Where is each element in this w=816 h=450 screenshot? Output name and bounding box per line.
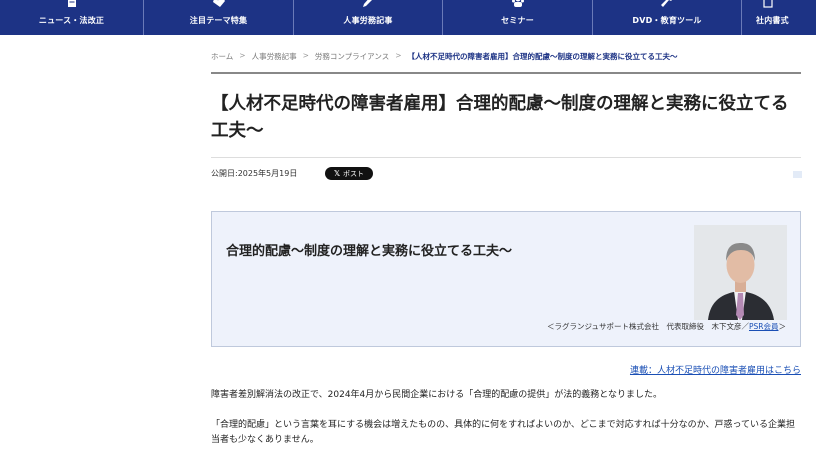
share-widget[interactable] <box>793 171 802 178</box>
psr-member-link[interactable]: PSR会員 <box>749 322 779 331</box>
tag-icon <box>212 0 226 8</box>
nav-item-forms[interactable]: 社内書式 <box>742 0 816 35</box>
nav-item-label: セミナー <box>501 16 534 25</box>
breadcrumb-home[interactable]: ホーム <box>211 51 233 62</box>
nav-item-label: 注目テーマ特集 <box>189 16 248 25</box>
nav-item-label: 社内書式 <box>756 16 789 25</box>
nav-item-special-topics[interactable]: 注目テーマ特集 <box>144 0 294 35</box>
tool-icon <box>660 0 674 8</box>
breadcrumb-compliance[interactable]: 労務コンプライアンス <box>315 51 389 62</box>
author-suffix: ＞ <box>778 322 787 331</box>
x-logo-icon: 𝕏 <box>333 169 341 178</box>
people-icon <box>511 0 525 8</box>
breadcrumb-separator: > <box>239 51 246 60</box>
breadcrumb-separator: > <box>302 51 309 60</box>
top-navigation: ニュース・法改正 注目テーマ特集 人事労務記事 セミナー DVD・教育ツール 社… <box>0 0 816 35</box>
divider <box>211 72 801 74</box>
body-paragraph: 障害者差別解消法の改正で、2024年4月から民間企業における「合理的配慮の提供」… <box>211 390 663 400</box>
nav-item-hr-articles[interactable]: 人事労務記事 <box>294 0 443 35</box>
page-title: 【人材不足時代の障害者雇用】合理的配慮〜制度の理解と実務に役立てる工夫〜 <box>211 94 789 141</box>
nav-item-label: ニュース・法改正 <box>38 16 105 25</box>
author-credit: ＜ラグランジュサポート株式会社 代表取締役 木下文彦／PSR会員＞ <box>547 321 786 332</box>
x-post-label: ポスト <box>343 169 365 178</box>
series-link[interactable]: 連載：人材不足時代の障害者雇用はこちら <box>630 363 801 376</box>
nav-item-news[interactable]: ニュース・法改正 <box>0 0 144 35</box>
pen-icon <box>361 0 375 8</box>
x-post-button[interactable]: 𝕏 ポスト <box>325 167 373 180</box>
breadcrumb-current: 【人材不足時代の障害者雇用】合理的配慮〜制度の理解と実務に役立てる工夫〜 <box>407 52 678 61</box>
nav-item-seminar[interactable]: セミナー <box>443 0 593 35</box>
author-name: ＜ラグランジュサポート株式会社 代表取締役 木下文彦／ <box>547 322 749 331</box>
breadcrumb-hr-articles[interactable]: 人事労務記事 <box>252 51 297 62</box>
lead-box: 合理的配慮〜制度の理解と実務に役立てる工夫〜 ＜ラグランジュサポート株式会社 代… <box>211 211 801 347</box>
divider <box>211 157 801 158</box>
published-date: 公開日:2025年5月19日 <box>211 169 298 178</box>
file-icon <box>761 0 775 8</box>
breadcrumb-separator: > <box>395 51 402 60</box>
author-photo <box>694 225 787 320</box>
lead-title: 合理的配慮〜制度の理解と実務に役立てる工夫〜 <box>226 244 513 259</box>
nav-item-label: DVD・教育ツール <box>632 16 702 25</box>
document-icon <box>65 0 79 8</box>
nav-item-label: 人事労務記事 <box>343 16 393 25</box>
nav-item-dvd-tools[interactable]: DVD・教育ツール <box>593 0 742 35</box>
body-paragraph: 「合理的配慮」という言葉を耳にする機会は増えたものの、具体的に何をすればよいのか… <box>211 420 796 445</box>
breadcrumb: ホーム > 人事労務記事 > 労務コンプライアンス > 【人材不足時代の障害者雇… <box>211 51 678 62</box>
